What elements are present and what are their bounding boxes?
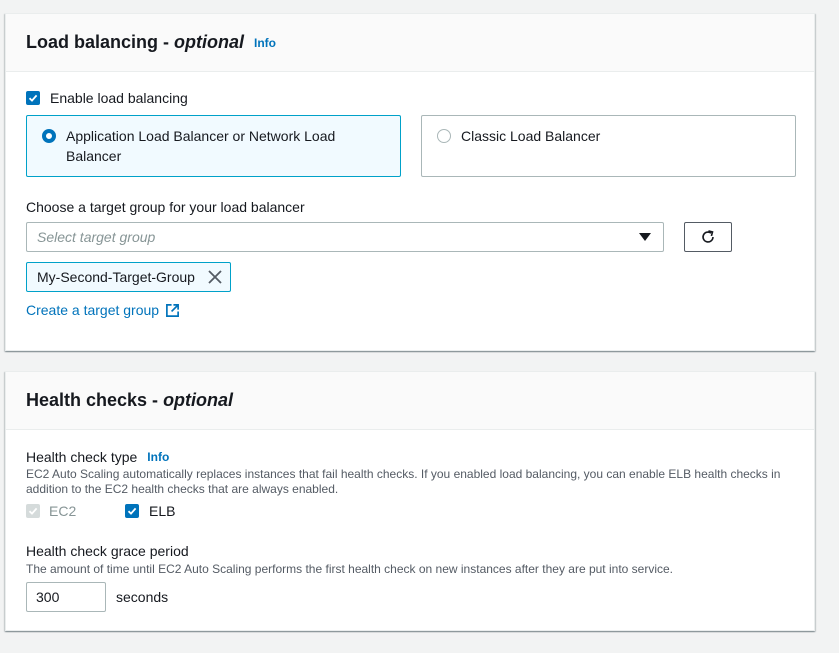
health-check-type-info-link[interactable]: Info	[147, 450, 169, 464]
elb-label: ELB	[149, 503, 176, 519]
radio-classic[interactable]	[437, 129, 451, 143]
enable-load-balancing-label: Enable load balancing	[50, 90, 188, 106]
target-group-placeholder: Select target group	[37, 229, 156, 245]
grace-period-input[interactable]: 300	[26, 582, 106, 612]
elb-checkbox[interactable]	[125, 504, 139, 518]
selected-target-group-label: My-Second-Target-Group	[37, 269, 195, 285]
enable-load-balancing-checkbox[interactable]	[26, 91, 40, 105]
create-target-group-link[interactable]: Create a target group	[26, 302, 180, 318]
radio-card-classic[interactable]: Classic Load Balancer	[421, 115, 796, 177]
radio-alb-nlb[interactable]	[42, 129, 56, 143]
grace-period-value: 300	[36, 589, 60, 605]
health-check-type-row: Health check type Info	[26, 447, 169, 467]
load-balancing-header: Load balancing - optional Info	[6, 14, 814, 72]
radio-card-alb-nlb[interactable]: Application Load Balancer or Network Loa…	[26, 115, 401, 177]
health-checks-header: Health checks - optional	[6, 372, 814, 430]
grace-period-label: Health check grace period	[26, 543, 189, 559]
external-link-icon	[166, 303, 180, 317]
check-icon	[127, 507, 137, 515]
create-target-group-link-text[interactable]: Create a target group	[26, 302, 159, 318]
check-icon	[28, 507, 38, 515]
health-check-type-description: EC2 Auto Scaling automatically replaces …	[26, 467, 781, 496]
load-balancing-title: Load balancing - optional	[26, 32, 245, 52]
grace-period-unit: seconds	[116, 589, 169, 605]
grace-period-description: The amount of time until EC2 Auto Scalin…	[26, 562, 673, 576]
radio-classic-label: Classic Load Balancer	[461, 128, 601, 144]
health-checks-title: Health checks - optional	[26, 390, 234, 410]
target-group-select[interactable]: Select target group	[26, 222, 664, 252]
refresh-button[interactable]	[684, 222, 732, 252]
target-group-label: Choose a target group for your load bala…	[26, 199, 305, 215]
health-check-type-label: Health check type	[26, 449, 138, 465]
check-icon	[28, 94, 38, 102]
refresh-icon	[702, 230, 714, 243]
load-balancing-info-link[interactable]: Info	[254, 36, 276, 50]
caret-down-icon	[639, 233, 651, 241]
health-checks-panel: Health checks - optional Health check ty…	[5, 371, 815, 631]
load-balancing-panel: Load balancing - optional Info Enable lo…	[5, 13, 815, 351]
radio-alb-nlb-label: Application Load Balancer or Network Loa…	[66, 128, 336, 164]
selected-target-group-token: My-Second-Target-Group	[26, 262, 231, 292]
ec2-checkbox	[26, 504, 40, 518]
ec2-label: EC2	[49, 503, 77, 519]
close-icon[interactable]	[208, 270, 222, 284]
